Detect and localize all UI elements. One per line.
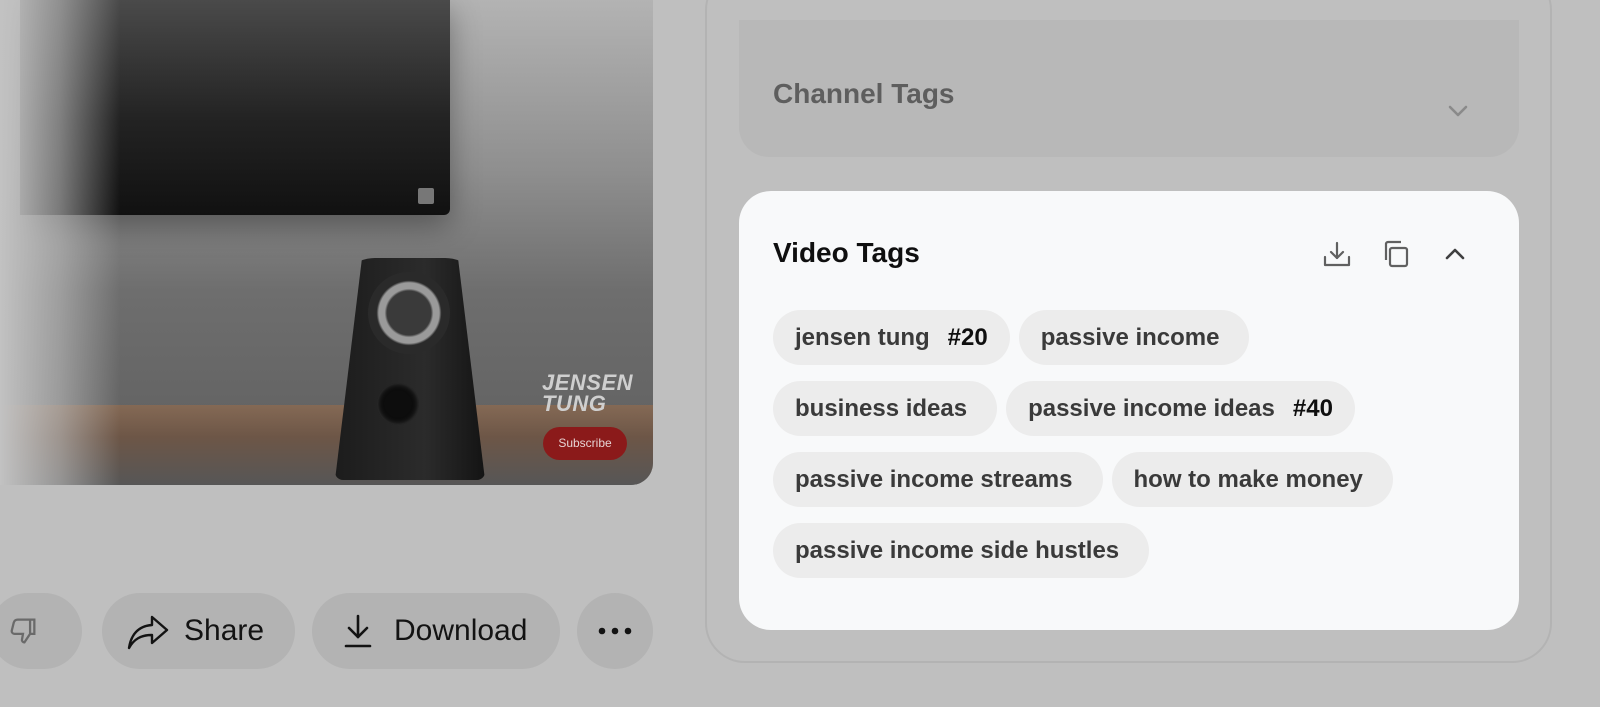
tag-text: passive income streams [795, 465, 1073, 493]
share-arrow-icon [126, 611, 170, 651]
watermark-line-1: JENSEN [542, 370, 634, 395]
more-actions-button[interactable] [577, 593, 653, 669]
watermark-line-2: TUNG [542, 391, 607, 416]
tag-chip[interactable]: jensen tung #20 [773, 310, 1010, 365]
tag-chip[interactable]: passive income [1018, 310, 1250, 365]
download-icon[interactable] [1322, 239, 1352, 269]
tag-chip[interactable]: passive income streams [773, 452, 1103, 507]
video-tags-list: jensen tung #20 passive income business … [773, 310, 1473, 578]
download-label: Download [394, 614, 528, 647]
speaker-cone [368, 272, 450, 354]
tag-chip[interactable]: business ideas [773, 381, 998, 436]
channel-tags-title: Channel Tags [773, 78, 955, 109]
chevron-up-icon[interactable] [1440, 239, 1470, 269]
download-button[interactable]: Download [312, 593, 560, 669]
tag-rank: #40 [1292, 394, 1333, 422]
tag-text: how to make money [1133, 465, 1363, 493]
download-icon [342, 613, 374, 649]
thumbs-down-icon [6, 614, 40, 648]
dislike-button[interactable] [0, 593, 82, 669]
channel-tags-section[interactable]: Channel Tags [739, 20, 1519, 157]
tv-button [418, 188, 434, 204]
tag-chip[interactable]: passive income ideas #40 [1006, 381, 1355, 436]
tag-chip[interactable]: passive income side hustles [773, 523, 1150, 578]
more-horizontal-icon [597, 626, 633, 636]
tag-text: business ideas [795, 394, 968, 422]
share-label: Share [184, 614, 265, 647]
video-tags-section: Video Tags jensen tung #20 passive incom… [739, 191, 1519, 630]
blur-overlay [0, 0, 120, 485]
tag-text: passive income [1040, 323, 1220, 351]
video-player[interactable]: JENSEN TUNG Subscribe [0, 0, 653, 485]
video-tags-title: Video Tags [773, 237, 920, 268]
speaker-port [377, 383, 419, 425]
channel-watermark: JENSEN TUNG [542, 370, 642, 416]
copy-icon[interactable] [1381, 239, 1411, 269]
tag-text: passive income side hustles [795, 536, 1120, 564]
tag-rank: #20 [947, 323, 988, 351]
subscribe-button[interactable]: Subscribe [543, 427, 627, 460]
chevron-down-icon[interactable] [1447, 104, 1469, 118]
tag-text: passive income ideas [1028, 394, 1275, 422]
share-button[interactable]: Share [102, 593, 295, 669]
tag-text: jensen tung [795, 323, 930, 351]
tag-chip[interactable]: how to make money [1111, 452, 1393, 507]
